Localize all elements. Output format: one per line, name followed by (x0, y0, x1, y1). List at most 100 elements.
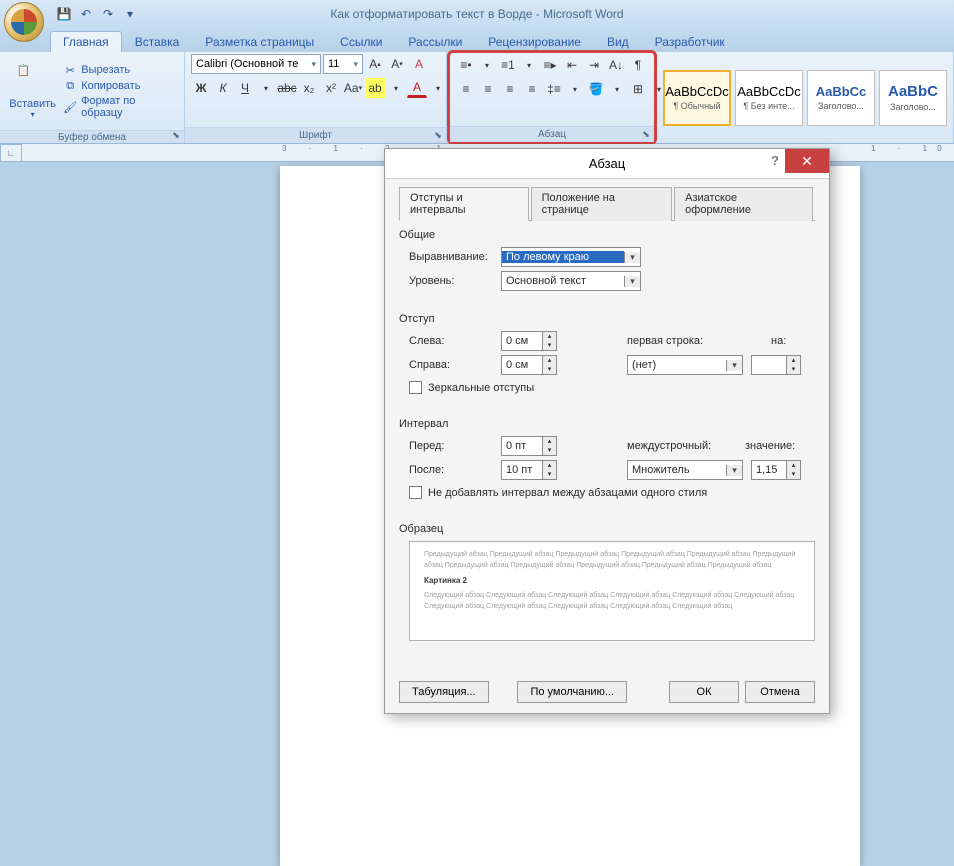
scissors-icon: ✂ (63, 63, 77, 77)
default-button[interactable]: По умолчанию... (517, 681, 627, 703)
tab-home[interactable]: Главная (50, 31, 122, 52)
section-general: Общие (399, 229, 815, 241)
line-spacing-dropdown[interactable]: ▾ (566, 79, 584, 99)
cancel-button[interactable]: Отмена (745, 681, 815, 703)
multilevel-button[interactable]: ≡▸ (540, 55, 560, 75)
underline-dropdown[interactable]: ▾ (257, 78, 275, 98)
format-painter-button[interactable]: 🖌Формат по образцу (63, 95, 174, 119)
style-no-spacing[interactable]: AaBbCcDc¶ Без инте... (735, 70, 803, 126)
cut-button[interactable]: ✂Вырезать (63, 63, 174, 77)
help-icon[interactable]: ? (771, 153, 779, 168)
font-name-combo[interactable]: Calibri (Основной те▾ (191, 54, 321, 74)
paragraph-dialog-launcher[interactable]: ⬊ (640, 129, 652, 141)
before-label: Перед: (409, 440, 493, 452)
italic-button[interactable]: К (213, 78, 233, 98)
ruler-corner[interactable]: ∟ (0, 144, 22, 162)
strike-button[interactable]: abc (277, 78, 297, 98)
close-button[interactable]: ✕ (785, 149, 829, 173)
tab-asian[interactable]: Азиатское оформление (674, 187, 813, 221)
line-spacing-button[interactable]: ‡≡ (544, 79, 564, 99)
borders-button[interactable]: ⊞ (628, 79, 648, 99)
mirror-indents-check[interactable]: Зеркальные отступы (409, 381, 815, 394)
first-line-combo[interactable]: (нет)▾ (627, 355, 743, 375)
style-normal[interactable]: AaBbCcDc¶ Обычный (663, 70, 731, 126)
preview-box: Предыдущий абзац Предыдущий абзац Предыд… (409, 541, 815, 641)
line-spacing-combo[interactable]: Множитель▾ (627, 460, 743, 480)
left-indent-spin[interactable]: 0 см▴▾ (501, 331, 557, 351)
bullets-button[interactable]: ≡• (456, 55, 476, 75)
font-color-dropdown[interactable]: ▾ (429, 78, 447, 98)
level-combo[interactable]: Основной текст▾ (501, 271, 641, 291)
alignment-label: Выравнивание: (409, 251, 493, 263)
line-spacing-label: междустрочный: (627, 440, 737, 452)
first-line-label: первая строка: (627, 335, 737, 347)
paragraph-dialog: Абзац ? ✕ Отступы и интервалы Положение … (384, 148, 830, 714)
redo-icon[interactable]: ↷ (100, 6, 116, 22)
show-marks-button[interactable]: ¶ (628, 55, 648, 75)
tab-mailings[interactable]: Рассылки (395, 31, 475, 52)
copy-icon: ⧉ (63, 79, 77, 93)
dialog-titlebar[interactable]: Абзац ? ✕ (385, 149, 829, 179)
paste-button[interactable]: 📋 Вставить ▾ (6, 54, 59, 128)
shrink-font-button[interactable]: A▾ (387, 54, 407, 74)
bold-button[interactable]: Ж (191, 78, 211, 98)
paste-label: Вставить (9, 98, 56, 110)
tab-developer[interactable]: Разработчик (642, 31, 738, 52)
underline-button[interactable]: Ч (235, 78, 255, 98)
after-spin[interactable]: 10 пт▴▾ (501, 460, 557, 480)
numbering-dropdown[interactable]: ▾ (520, 55, 538, 75)
group-paragraph: ≡•▾ ≡1▾ ≡▸ ⇤ ⇥ A↓ ¶ ≡ ≡ ≡ ≡ ‡≡▾ 🪣▾ ⊞▾ Аб… (447, 50, 657, 145)
sort-button[interactable]: A↓ (606, 55, 626, 75)
decrease-indent-button[interactable]: ⇤ (562, 55, 582, 75)
font-size-combo[interactable]: 11▾ (323, 54, 363, 74)
right-indent-spin[interactable]: 0 см▴▾ (501, 355, 557, 375)
before-spin[interactable]: 0 пт▴▾ (501, 436, 557, 456)
subscript-button[interactable]: x₂ (299, 78, 319, 98)
increase-indent-button[interactable]: ⇥ (584, 55, 604, 75)
bullets-dropdown[interactable]: ▾ (478, 55, 496, 75)
group-styles: AaBbCcDc¶ Обычный AaBbCcDc¶ Без инте... … (657, 52, 954, 143)
font-dialog-launcher[interactable]: ⬊ (432, 130, 444, 142)
first-line-by-spin[interactable]: ▴▾ (751, 355, 801, 375)
group-clipboard-label: Буфер обмена (58, 132, 126, 143)
tab-references[interactable]: Ссылки (327, 31, 395, 52)
highlight-dropdown[interactable]: ▾ (387, 78, 405, 98)
style-heading2[interactable]: AaBbCЗаголово... (879, 70, 947, 126)
align-right-button[interactable]: ≡ (500, 79, 520, 99)
font-color-button[interactable]: A (407, 78, 427, 98)
tabs-button[interactable]: Табуляция... (399, 681, 489, 703)
qat-customize-icon[interactable]: ▾ (122, 6, 138, 22)
justify-button[interactable]: ≡ (522, 79, 542, 99)
tab-page-position[interactable]: Положение на странице (531, 187, 673, 221)
shading-dropdown[interactable]: ▾ (608, 79, 626, 99)
change-case-button[interactable]: Aa▾ (343, 78, 363, 98)
ok-button[interactable]: ОК (669, 681, 739, 703)
line-spacing-at-spin[interactable]: 1,15▴▾ (751, 460, 801, 480)
numbering-button[interactable]: ≡1 (498, 55, 518, 75)
tab-layout[interactable]: Разметка страницы (192, 31, 327, 52)
section-indent: Отступ (399, 313, 815, 325)
align-center-button[interactable]: ≡ (478, 79, 498, 99)
paste-icon: 📋 (17, 64, 49, 96)
highlight-button[interactable]: ab (365, 78, 385, 98)
clear-formatting-button[interactable]: A (409, 54, 429, 74)
shading-button[interactable]: 🪣 (586, 79, 606, 99)
undo-icon[interactable]: ↶ (78, 6, 94, 22)
superscript-button[interactable]: x² (321, 78, 341, 98)
alignment-combo[interactable]: По левому краю▾ (501, 247, 641, 267)
no-space-same-style-check[interactable]: Не добавлять интервал между абзацами одн… (409, 486, 815, 499)
tab-view[interactable]: Вид (594, 31, 642, 52)
save-icon[interactable]: 💾 (56, 6, 72, 22)
grow-font-button[interactable]: A▴ (365, 54, 385, 74)
after-label: После: (409, 464, 493, 476)
tab-insert[interactable]: Вставка (122, 31, 193, 52)
brush-icon: 🖌 (63, 100, 77, 114)
tab-review[interactable]: Рецензирование (475, 31, 594, 52)
style-heading1[interactable]: AaBbCcЗаголово... (807, 70, 875, 126)
align-left-button[interactable]: ≡ (456, 79, 476, 99)
group-font: Calibri (Основной те▾ 11▾ A▴ A▾ A Ж К Ч … (185, 52, 447, 143)
office-button[interactable] (4, 2, 44, 42)
clipboard-dialog-launcher[interactable]: ⬊ (170, 130, 182, 142)
tab-indents[interactable]: Отступы и интервалы (399, 187, 529, 221)
copy-button[interactable]: ⧉Копировать (63, 79, 174, 93)
